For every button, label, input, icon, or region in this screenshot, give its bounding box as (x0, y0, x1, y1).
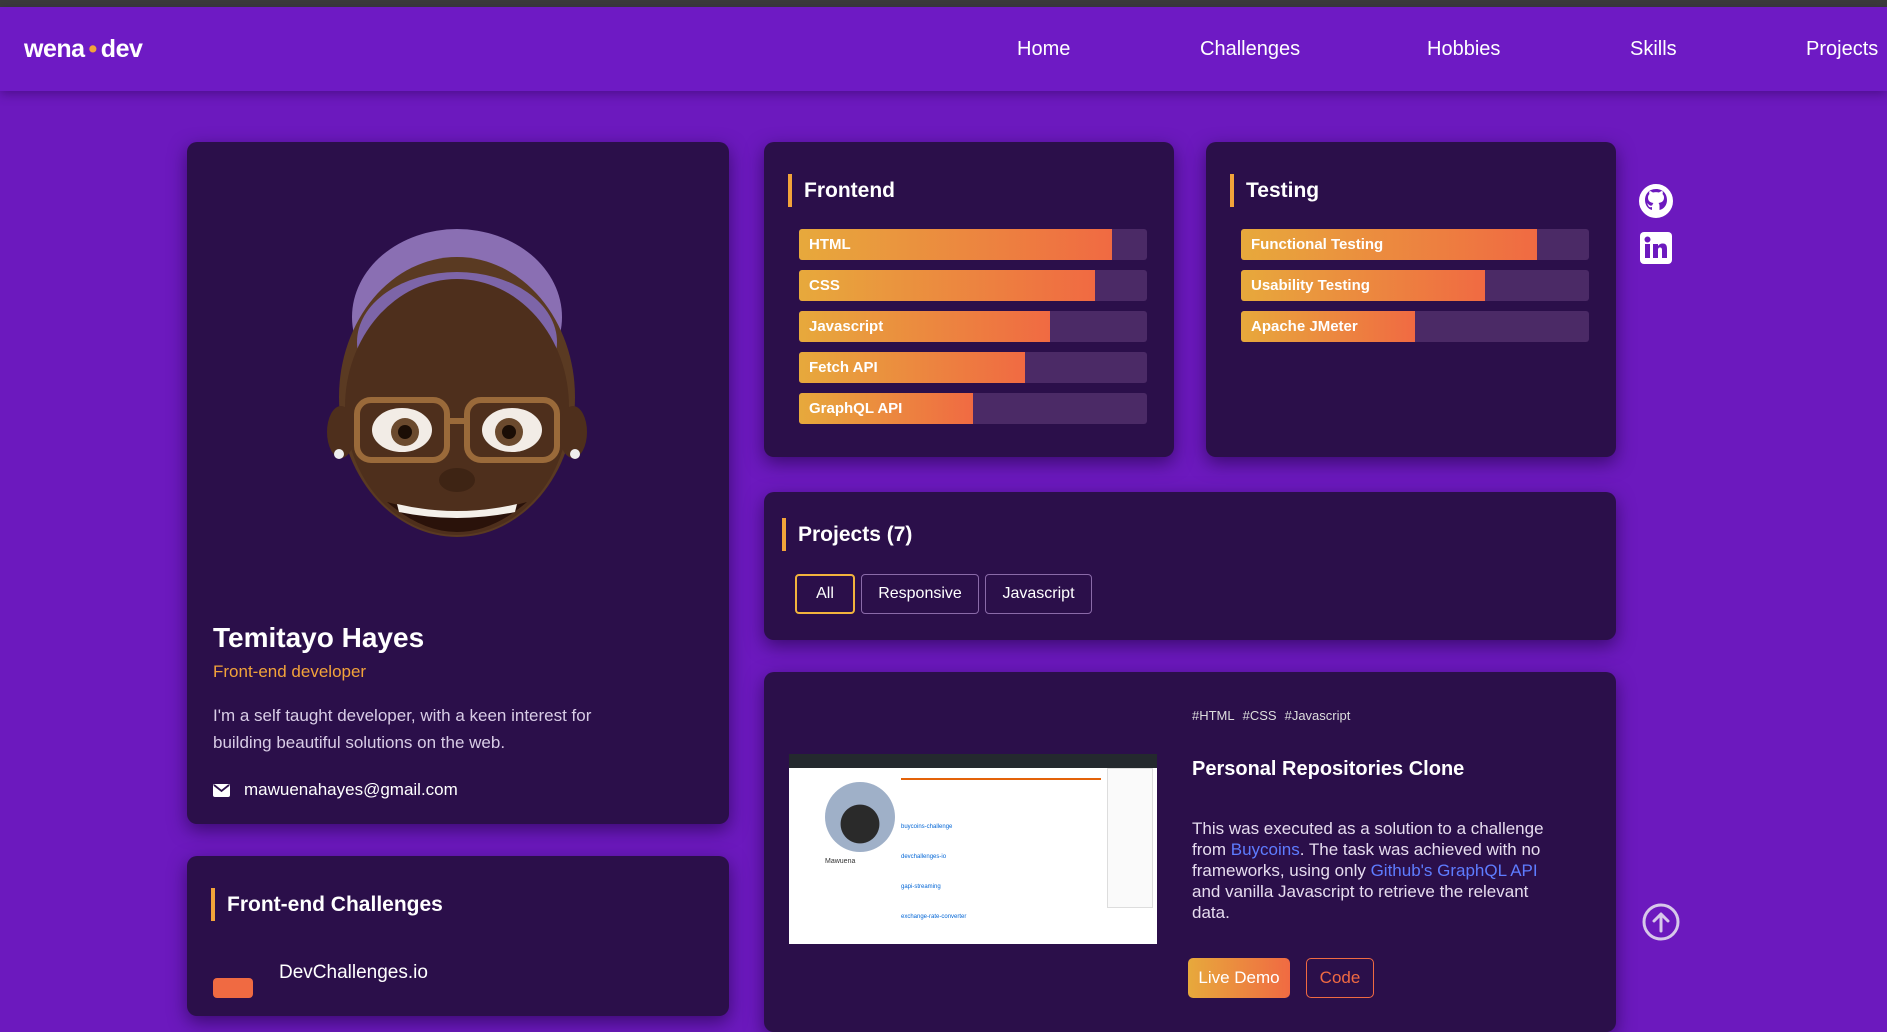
project-title: Personal Repositories Clone (1192, 758, 1465, 780)
profile-role: Front-end developer (213, 662, 367, 681)
challenge-item[interactable]: DevChallenges.io (279, 962, 428, 984)
screenshot-repo: exchange-rate-converter (901, 914, 967, 920)
project-tags: #HTML #CSS #Javascript (1192, 707, 1358, 725)
mail-icon (213, 783, 230, 797)
frontend-skill-label: GraphQL API (809, 400, 903, 417)
frontend-skill-bar: Javascript (799, 311, 1147, 342)
profile-name: Temitayo Hayes (213, 622, 425, 653)
nav-link-skills[interactable]: Skills (1630, 38, 1677, 61)
screenshot-repo: buycoins-challenge (901, 824, 953, 830)
window-top-border (0, 0, 1887, 7)
project-description: This was executed as a solution to a cha… (1192, 818, 1562, 923)
screenshot-header (789, 754, 1157, 768)
project-tag: #Javascript (1284, 708, 1351, 723)
profile-bio: I'm a self taught developer, with a keen… (213, 706, 592, 752)
projects-filter-card: Projects (7) (764, 492, 1616, 640)
nav-link-projects[interactable]: Projects (1806, 38, 1878, 61)
linkedin-icon[interactable] (1640, 232, 1672, 264)
testing-skill-bar: Functional Testing (1241, 229, 1589, 260)
buycoins-link[interactable]: Buycoins (1231, 840, 1300, 859)
testing-title: Testing (1230, 174, 1319, 207)
frontend-skills-card: Frontend HTML CSS Javascript Fetch API Graph… (764, 142, 1174, 457)
project-screenshot: Mawuena buycoins-challenge devchallenges… (789, 754, 1157, 944)
challenges-card: Front-end Challenges DevChallenges.io (187, 856, 729, 1016)
nav-link-challenges[interactable]: Challenges (1200, 38, 1300, 61)
frontend-skill-label: Javascript (809, 318, 884, 335)
testing-skill-bar: Apache JMeter (1241, 311, 1589, 342)
screenshot-repo: gapi-streaming (901, 884, 941, 890)
frontend-skill-bar: CSS (799, 270, 1147, 301)
frontend-skill-bar: Fetch API (799, 352, 1147, 383)
frontend-skill-fill (799, 270, 1095, 301)
frontend-skill-bar: GraphQL API (799, 393, 1147, 424)
filter-responsive-button[interactable]: Responsive (861, 574, 979, 614)
filter-all-button[interactable]: All (795, 574, 855, 614)
testing-skill-bar: Usability Testing (1241, 270, 1589, 301)
email-row[interactable]: mawuenahayes@gmail.com (213, 780, 458, 800)
brand-logo[interactable]: wena • dev (24, 35, 143, 64)
nav-link-hobbies[interactable]: Hobbies (1427, 38, 1500, 61)
live-demo-button[interactable]: Live Demo (1188, 958, 1290, 998)
nav-link-home[interactable]: Home (1017, 38, 1070, 61)
graphql-api-link[interactable]: Github's GraphQL API (1371, 861, 1538, 880)
project-tag: #CSS (1242, 708, 1277, 723)
scroll-to-top-icon[interactable] (1642, 903, 1680, 941)
projects-title: Projects (7) (782, 518, 912, 551)
screenshot-username: Mawuena (825, 858, 856, 865)
project-tag: #HTML (1192, 708, 1235, 723)
navbar: wena • dev Home Challenges Hobbies Skills … (0, 7, 1887, 91)
avatar (327, 222, 587, 552)
frontend-title: Frontend (788, 174, 895, 207)
brand-dot: • (88, 35, 98, 63)
screenshot-repo: devchallenges-io (901, 854, 947, 860)
frontend-skill-bar: HTML (799, 229, 1147, 260)
testing-skill-label: Usability Testing (1251, 277, 1370, 294)
screenshot-dropdown (1107, 768, 1153, 908)
code-button[interactable]: Code (1306, 958, 1374, 998)
brand-text-left: wena (24, 35, 85, 63)
frontend-skill-label: Fetch API (809, 359, 878, 376)
testing-skills-card: Testing Functional Testing Usability Test… (1206, 142, 1616, 457)
screenshot-underline (901, 778, 1101, 780)
desc-text: and vanilla Javascript to retrieve the r… (1192, 882, 1529, 922)
frontend-skill-label: HTML (809, 236, 851, 253)
testing-skill-label: Functional Testing (1251, 236, 1384, 253)
profile-card: Temitayo Hayes Front-end developer I'm a… (187, 142, 729, 824)
challenge-icon (213, 978, 253, 998)
frontend-skill-label: CSS (809, 277, 840, 294)
screenshot-repo-list: buycoins-challenge devchallenges-io gapi… (901, 824, 1101, 920)
brand-text-right: dev (100, 35, 143, 63)
filter-javascript-button[interactable]: Javascript (985, 574, 1092, 614)
github-icon[interactable] (1639, 184, 1673, 218)
screenshot-avatar (825, 782, 895, 852)
challenges-title: Front-end Challenges (211, 888, 443, 921)
testing-skill-label: Apache JMeter (1251, 318, 1358, 335)
email-text: mawuenahayes@gmail.com (244, 780, 458, 799)
